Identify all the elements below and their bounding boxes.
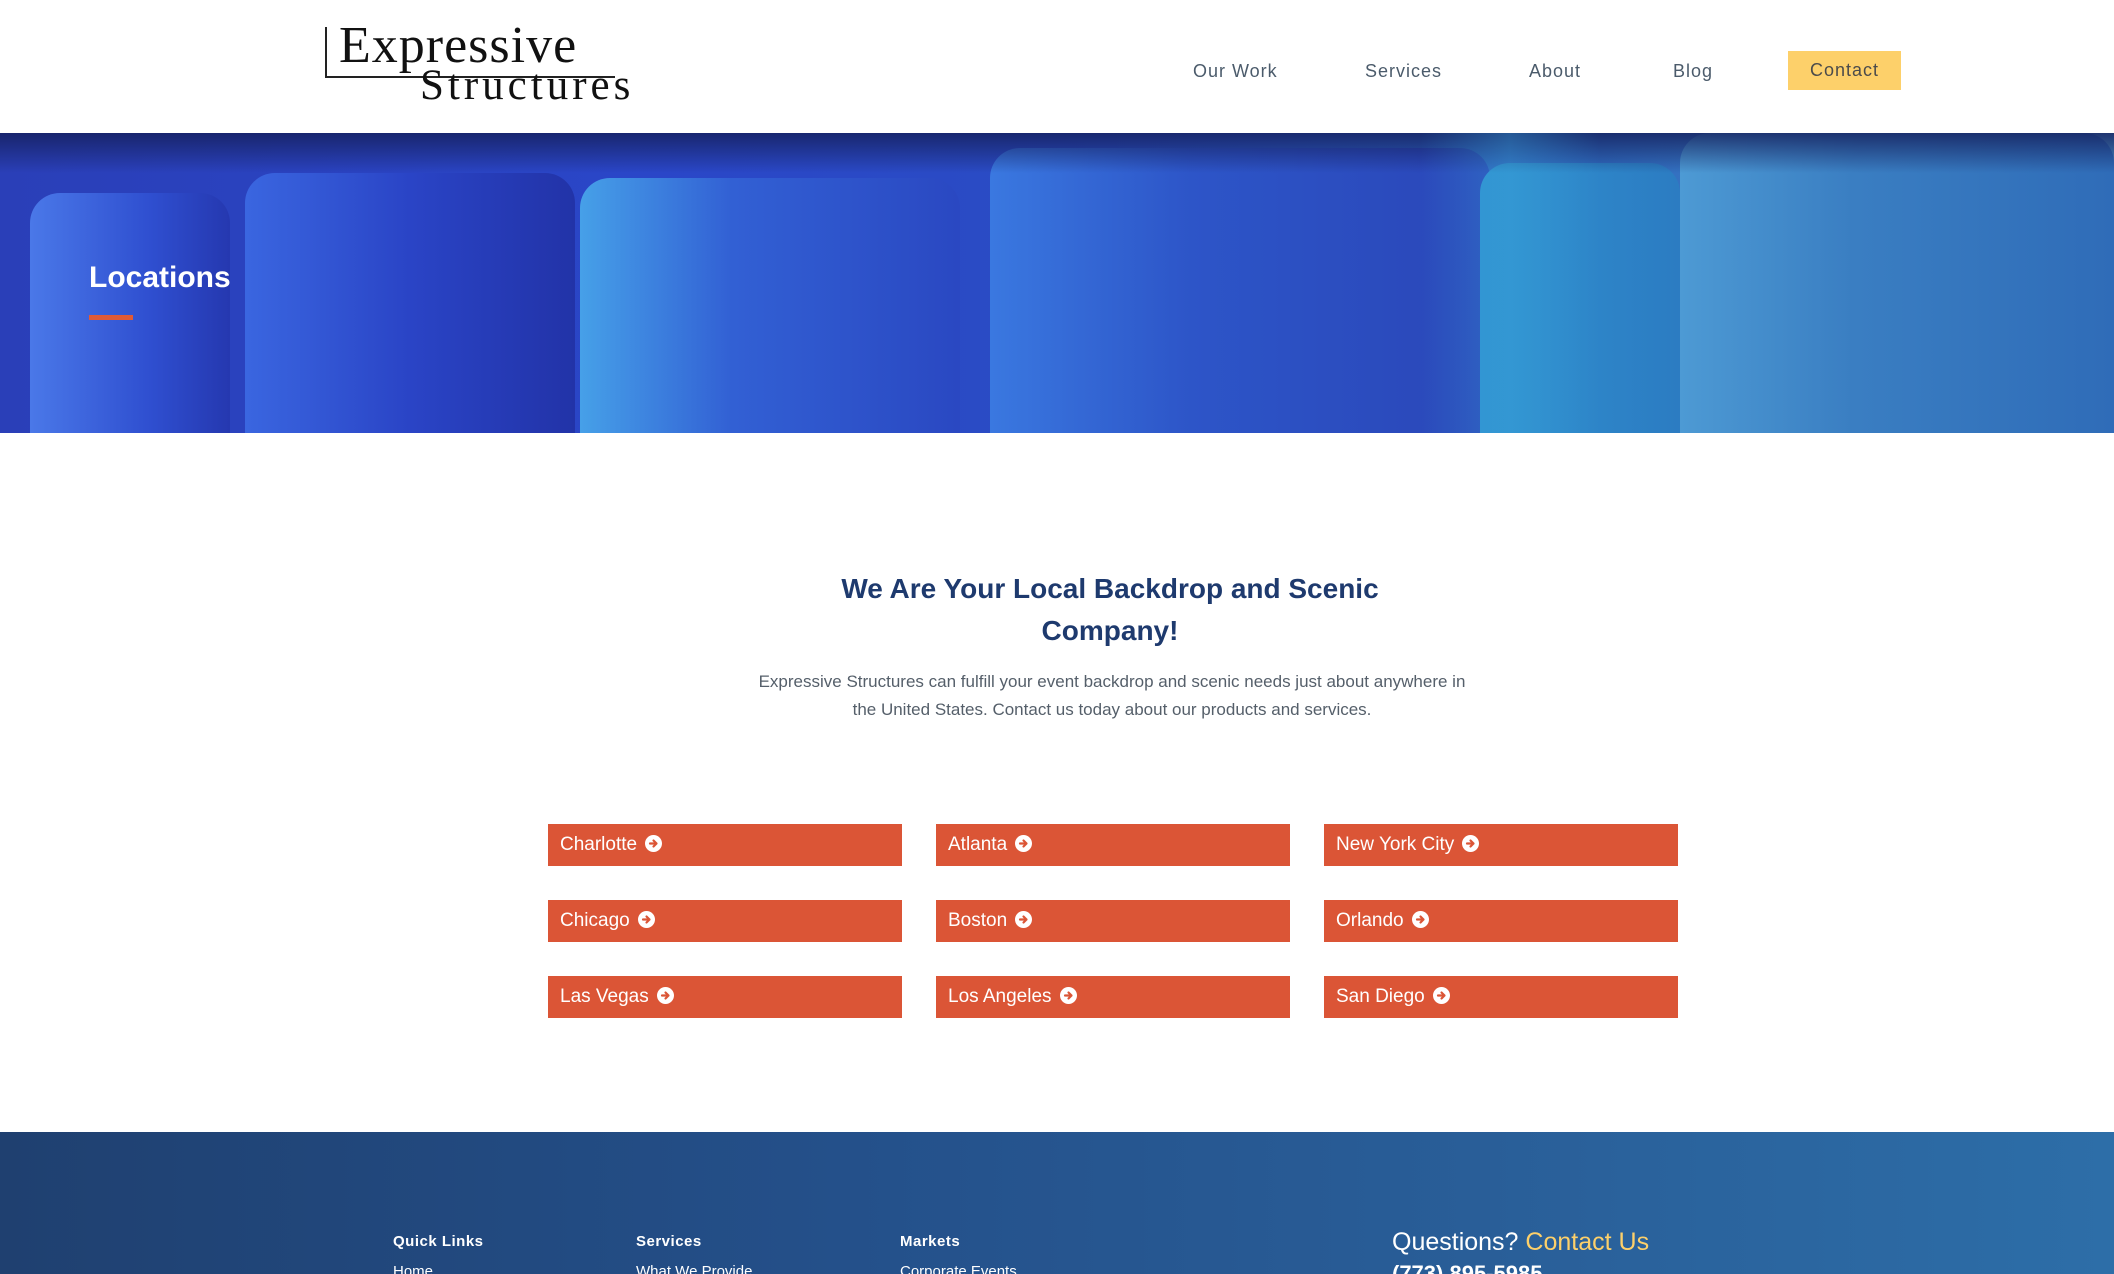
footer-link-corporate-events[interactable]: Corporate Events [900,1263,1017,1274]
location-button-los-angeles[interactable]: Los Angeles [936,976,1290,1018]
footer-link-what-we-provide[interactable]: What We Provide [636,1263,752,1274]
arrow-circle-right-icon [637,911,655,928]
arrow-circle-right-icon [645,835,663,852]
hero-column [30,193,230,433]
location-button-new-york-city[interactable]: New York City [1324,824,1678,866]
location-button-chicago[interactable]: Chicago [548,900,902,942]
section-description-line-2: the United States. Contact us today abou… [852,700,1372,719]
footer-heading-markets: Markets [900,1233,961,1250]
nav-about[interactable]: About [1529,51,1581,91]
location-button-las-vegas[interactable]: Las Vegas [548,976,902,1018]
location-label: San Diego [1336,986,1425,1007]
logo-line-2: Structures [420,62,635,109]
nav-blog[interactable]: Blog [1673,51,1713,91]
hero-banner: Locations [0,133,2114,433]
logo-rule-vertical [325,27,327,77]
location-button-charlotte[interactable]: Charlotte [548,824,902,866]
hero-column [1680,133,2114,433]
footer-questions: Questions? Contact Us [1392,1228,1649,1257]
location-button-atlanta[interactable]: Atlanta [936,824,1290,866]
arrow-circle-right-icon [656,987,674,1004]
hero-shadow [0,133,2114,173]
hero-column [580,178,960,433]
footer-link-home[interactable]: Home [393,1263,433,1274]
location-button-boston[interactable]: Boston [936,900,1290,942]
hero-shadow [1420,133,1600,433]
section-description: Expressive Structures can fulfill your e… [752,668,1472,724]
location-label: Orlando [1336,910,1404,931]
location-button-san-diego[interactable]: San Diego [1324,976,1678,1018]
location-label: Los Angeles [948,986,1052,1007]
footer-phone[interactable]: (773) 895-5985 [1392,1261,1542,1274]
title-underline [89,315,133,320]
nav-contact-button[interactable]: Contact [1788,51,1901,90]
footer-heading-quick-links: Quick Links [393,1233,484,1250]
section-heading-line-1: We Are Your Local Backdrop and Scenic [841,573,1379,604]
page-title: Locations [89,261,231,294]
location-label: Charlotte [560,834,638,855]
arrow-circle-right-icon [1432,987,1450,1004]
location-label: New York City [1336,834,1455,855]
location-label: Atlanta [948,834,1008,855]
hero-column [990,148,1490,433]
arrow-circle-right-icon [1059,987,1077,1004]
logo[interactable]: Expressive Structures [325,20,650,109]
section-heading: We Are Your Local Backdrop and Scenic Co… [780,568,1440,652]
hero-column [245,173,575,433]
site-header: Expressive Structures Our Work Services … [0,0,2114,133]
footer-contact-link[interactable]: Contact Us [1525,1228,1649,1256]
arrow-circle-right-icon [1462,835,1480,852]
location-button-orlando[interactable]: Orlando [1324,900,1678,942]
location-label: Boston [948,910,1008,931]
arrow-circle-right-icon [1015,835,1033,852]
nav-services[interactable]: Services [1365,51,1442,91]
footer-questions-text: Questions? [1392,1228,1519,1256]
section-description-line-1: Expressive Structures can fulfill your e… [758,672,1466,691]
arrow-circle-right-icon [1411,911,1429,928]
location-label: Chicago [560,910,630,931]
nav-our-work[interactable]: Our Work [1193,51,1278,91]
section-heading-line-2: Company! [1041,615,1179,646]
site-footer [0,1132,2114,1274]
location-label: Las Vegas [560,986,649,1007]
footer-heading-services: Services [636,1233,702,1250]
arrow-circle-right-icon [1015,911,1033,928]
